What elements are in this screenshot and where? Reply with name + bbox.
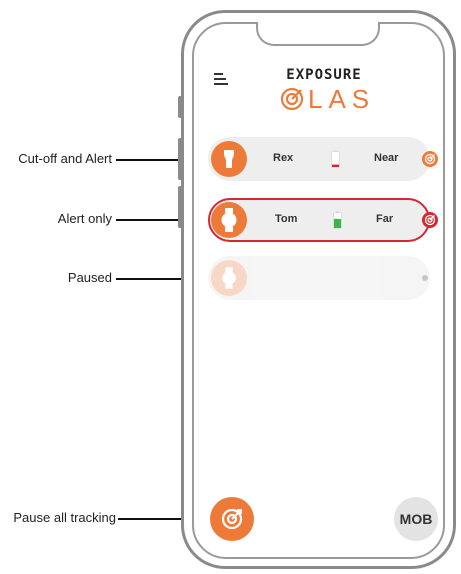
phone-notch (256, 22, 380, 46)
pause-all-button[interactable] (210, 497, 254, 541)
device-row[interactable]: Rex Near (208, 137, 438, 181)
lamp-icon (211, 141, 247, 177)
watch-icon (211, 202, 247, 238)
paused-indicator (422, 275, 428, 281)
device-name: Rex (273, 152, 294, 164)
annotation-cutoff-alert: Cut-off and Alert (18, 151, 112, 166)
annotation-alert-only: Alert only (57, 211, 112, 226)
device-range: Near (374, 152, 399, 164)
status-icon (422, 212, 438, 228)
device-range: Far (376, 213, 394, 225)
annotation-pause-all: Pause all tracking (13, 510, 116, 525)
battery-icon (333, 211, 342, 229)
target-icon (280, 87, 304, 111)
brand-logo: LAS (280, 83, 376, 114)
watch-icon (211, 260, 247, 296)
target-icon (221, 508, 243, 530)
battery-icon (331, 150, 340, 168)
annotation-paused: Paused (67, 270, 112, 285)
hamburger-icon[interactable] (214, 73, 228, 88)
mob-button[interactable]: MOB (394, 497, 438, 541)
brand-subtitle: LAS (308, 83, 376, 114)
status-icon (422, 151, 438, 167)
device-name: Tom (275, 213, 298, 225)
device-row[interactable] (208, 256, 430, 300)
device-row[interactable]: Tom Far (208, 198, 438, 242)
brand-title: EXPOSURE (286, 67, 362, 83)
